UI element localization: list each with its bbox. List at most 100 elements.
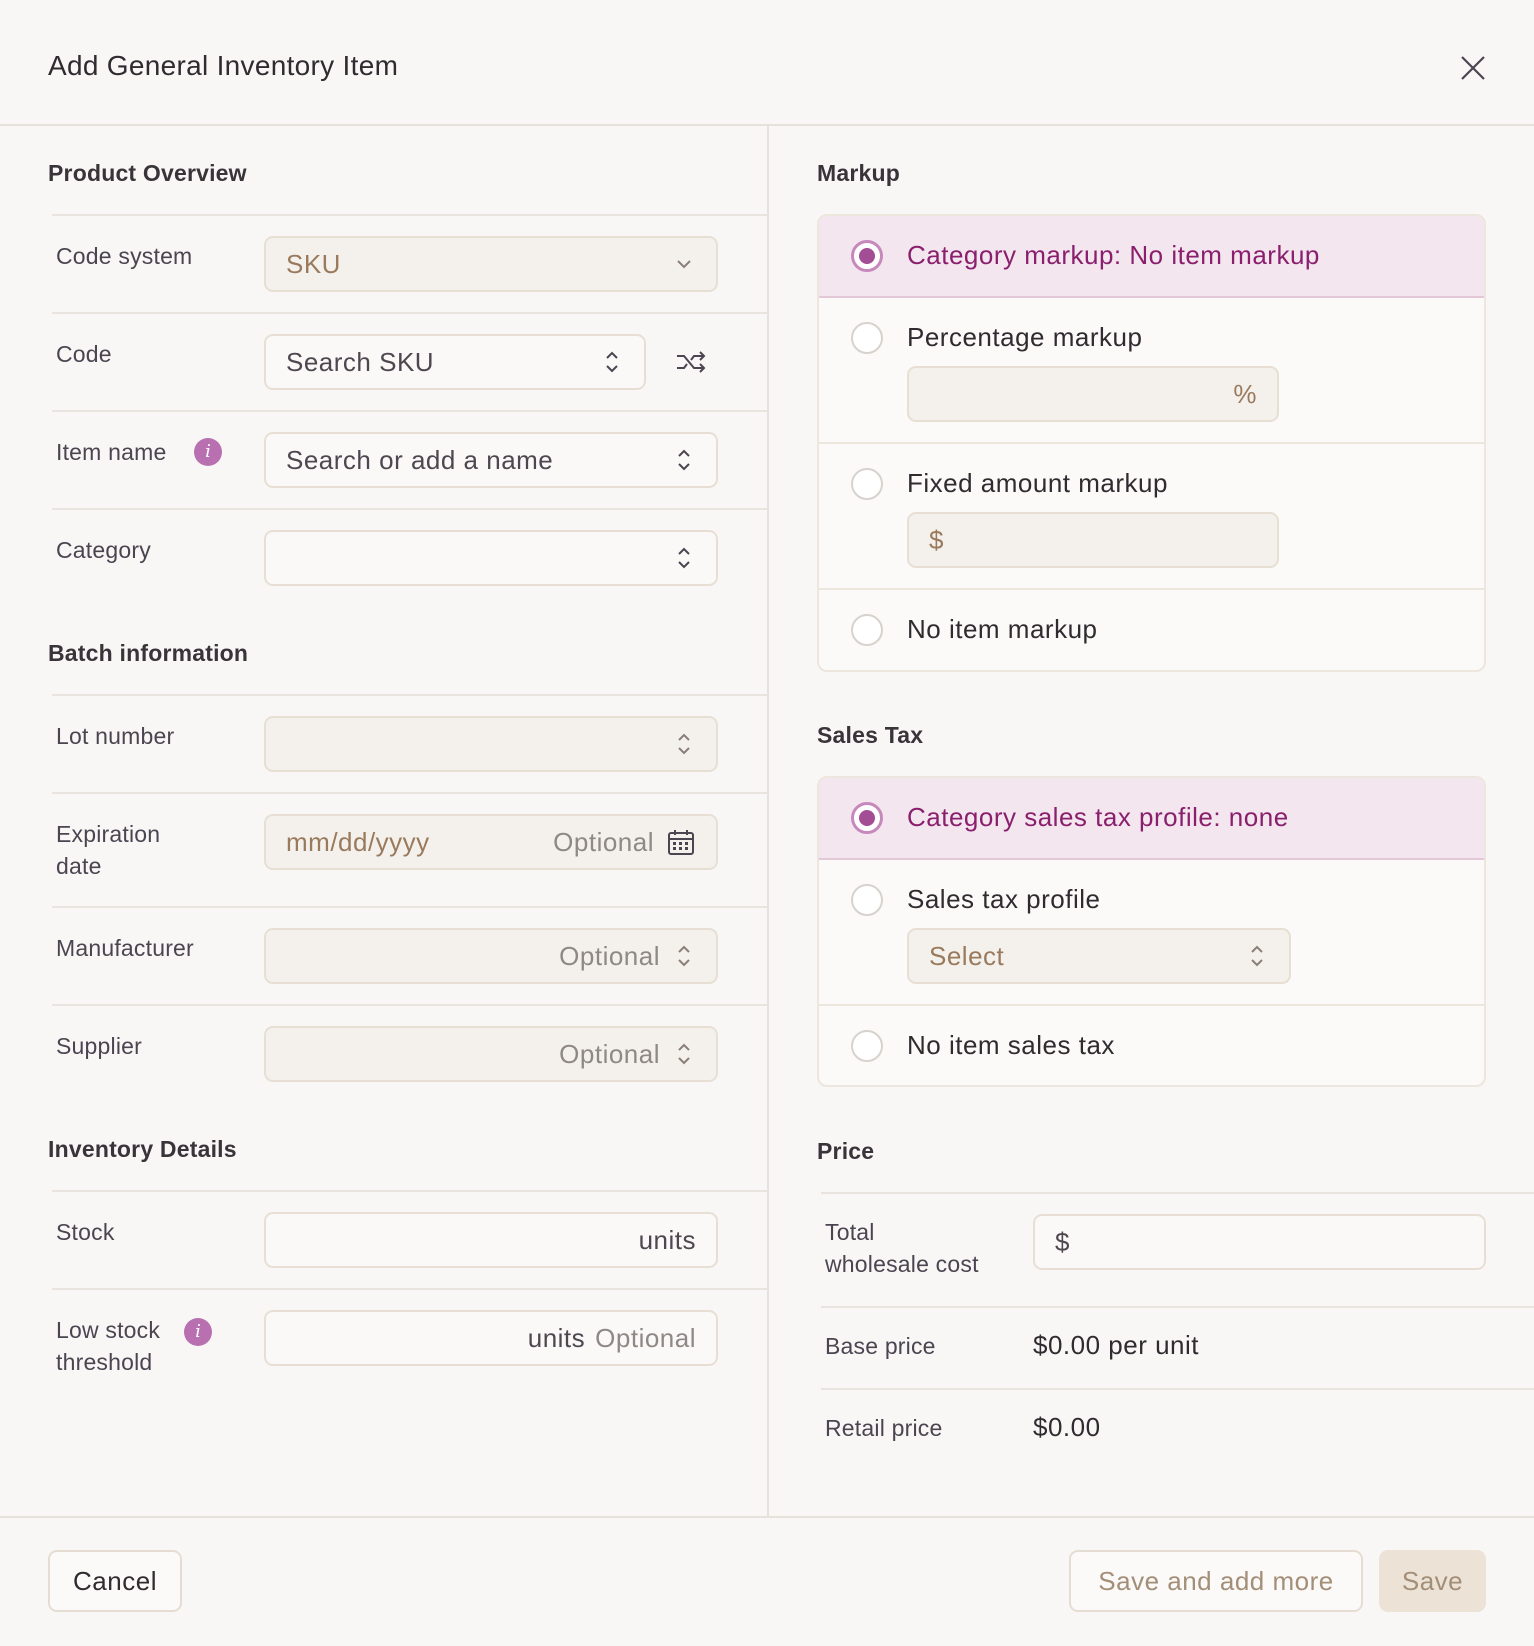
chevron-updown-icon <box>1251 945 1263 967</box>
divider <box>52 906 767 908</box>
low-stock-input[interactable]: units Optional <box>264 1310 718 1366</box>
save-button[interactable]: Save <box>1379 1550 1486 1612</box>
fixed-markup-input[interactable]: $ <box>907 512 1279 568</box>
markup-option-none[interactable]: No item markup <box>819 590 1484 670</box>
chevron-updown-icon <box>678 547 690 569</box>
radio-fixed-markup[interactable] <box>851 468 883 500</box>
low-stock-unit: units <box>527 1322 586 1353</box>
code-search-input[interactable]: Search SKU <box>264 334 646 390</box>
supplier-optional-hint: Optional <box>559 1038 660 1069</box>
sales-tax-option-none[interactable]: No item sales tax <box>819 1006 1484 1085</box>
chevron-updown-icon <box>678 733 690 755</box>
supplier-label: Supplier <box>56 1033 142 1059</box>
chevron-updown-icon <box>678 945 690 967</box>
sales-tax-title: Sales Tax <box>817 722 924 748</box>
manufacturer-label: Manufacturer <box>56 935 194 961</box>
sales-tax-option-profile[interactable]: Sales tax profile Select <box>819 860 1484 1006</box>
markup-option-category[interactable]: Category markup: No item markup <box>819 216 1484 298</box>
expiration-label-line1: Expiration <box>56 821 161 847</box>
percentage-markup-input[interactable]: % <box>907 366 1279 422</box>
chevron-updown-icon <box>678 449 690 471</box>
radio-percentage-markup[interactable] <box>851 322 883 354</box>
category-sales-tax-label: Category sales tax profile: none <box>907 802 1289 832</box>
supplier-select[interactable]: Optional <box>264 1026 718 1082</box>
radio-sales-tax-profile[interactable] <box>851 884 883 916</box>
divider <box>52 312 767 314</box>
item-name-label: Item name <box>56 439 167 465</box>
divider <box>52 214 767 216</box>
total-wholesale-cost-input[interactable]: $ <box>1033 1214 1486 1270</box>
radio-category-markup[interactable] <box>851 240 883 272</box>
code-system-label: Code system <box>56 243 193 269</box>
footer-divider <box>0 1516 1534 1518</box>
sales-tax-profile-select[interactable]: Select <box>907 928 1291 984</box>
category-label: Category <box>56 537 151 563</box>
total-wholesale-label: Total wholesale cost <box>825 1216 979 1280</box>
code-system-value: SKU <box>286 248 341 279</box>
expiration-date-label: Expiration date <box>56 818 160 882</box>
inventory-details-title: Inventory Details <box>48 1136 237 1162</box>
chevron-down-icon <box>677 260 691 269</box>
divider <box>821 1388 1534 1390</box>
code-system-select[interactable]: SKU <box>264 236 718 292</box>
expiration-date-input[interactable]: mm/dd/yyyy Optional <box>264 814 718 870</box>
lot-number-label: Lot number <box>56 723 175 749</box>
base-price-value: $0.00 per unit <box>1033 1330 1200 1360</box>
divider <box>821 1192 1534 1194</box>
column-divider <box>767 126 769 1516</box>
lot-number-select[interactable] <box>264 716 718 772</box>
expiration-optional-hint: Optional <box>553 826 654 857</box>
no-markup-label: No item markup <box>907 614 1098 644</box>
radio-no-sales-tax[interactable] <box>851 1030 883 1062</box>
chevron-updown-icon <box>678 1043 690 1065</box>
divider <box>52 1004 767 1006</box>
manufacturer-optional-hint: Optional <box>559 940 660 971</box>
category-markup-label: Category markup: No item markup <box>907 240 1320 270</box>
percentage-markup-label: Percentage markup <box>907 322 1143 352</box>
divider <box>52 508 767 510</box>
expiration-date-placeholder: mm/dd/yyyy <box>286 826 430 857</box>
wholesale-dollar-symbol: $ <box>1055 1226 1070 1257</box>
expiration-label-line2: date <box>56 853 102 879</box>
divider <box>52 410 767 412</box>
sales-tax-profile-placeholder: Select <box>929 940 1005 971</box>
markup-options-panel: Category markup: No item markup Percenta… <box>817 214 1486 672</box>
item-name-input[interactable]: Search or add a name <box>264 432 718 488</box>
divider <box>52 1288 767 1290</box>
dialog-title: Add General Inventory Item <box>48 50 399 81</box>
product-overview-title: Product Overview <box>48 160 247 186</box>
calendar-icon[interactable] <box>666 826 696 858</box>
total-wholesale-label-line1: Total <box>825 1219 875 1245</box>
divider <box>821 1306 1534 1308</box>
markup-title: Markup <box>817 160 900 186</box>
markup-option-fixed[interactable]: Fixed amount markup $ <box>819 444 1484 590</box>
low-stock-label: Low stock threshold <box>56 1314 160 1378</box>
batch-information-title: Batch information <box>48 640 249 666</box>
radio-no-markup[interactable] <box>851 614 883 646</box>
close-icon[interactable] <box>1457 52 1489 84</box>
category-select[interactable] <box>264 530 718 586</box>
stock-unit: units <box>638 1224 696 1255</box>
stock-input[interactable]: units <box>264 1212 718 1268</box>
percent-symbol: % <box>1233 378 1257 409</box>
low-stock-optional-hint: Optional <box>595 1322 696 1353</box>
divider <box>52 792 767 794</box>
save-and-add-more-button[interactable]: Save and add more <box>1069 1550 1363 1612</box>
dialog-header: Add General Inventory Item <box>0 0 1534 126</box>
total-wholesale-label-line2: wholesale cost <box>825 1251 979 1277</box>
cancel-button[interactable]: Cancel <box>48 1550 182 1612</box>
shuffle-icon[interactable] <box>674 346 708 378</box>
retail-price-value: $0.00 <box>1033 1412 1101 1442</box>
info-icon[interactable]: i <box>184 1318 212 1346</box>
code-label: Code <box>56 341 112 367</box>
retail-price-label: Retail price <box>825 1415 943 1441</box>
info-icon[interactable]: i <box>194 438 222 466</box>
sales-tax-option-category[interactable]: Category sales tax profile: none <box>819 778 1484 860</box>
low-stock-label-line2: threshold <box>56 1349 153 1375</box>
radio-category-sales-tax[interactable] <box>851 802 883 834</box>
markup-option-percentage[interactable]: Percentage markup % <box>819 298 1484 444</box>
stock-label: Stock <box>56 1219 115 1245</box>
divider <box>52 694 767 696</box>
chevron-updown-icon <box>606 351 618 373</box>
manufacturer-select[interactable]: Optional <box>264 928 718 984</box>
